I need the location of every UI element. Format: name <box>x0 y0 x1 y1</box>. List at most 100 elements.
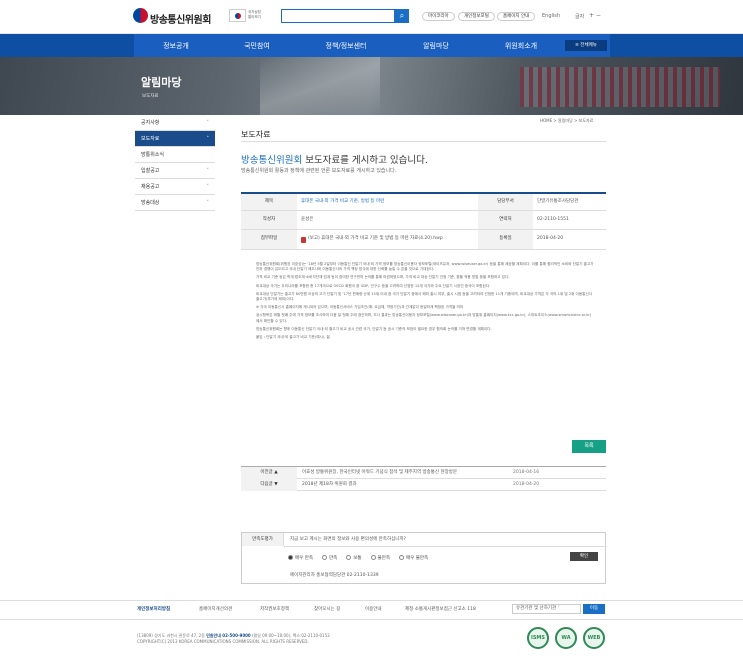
survey-label: 만족도평가 <box>242 533 284 546</box>
next-title[interactable]: 2018년 제18차 위원회 결과 <box>302 479 357 491</box>
hero-subtitle: 보도자료 <box>142 94 159 99</box>
gov-symbol-text[interactable]: 국가상징 알아보기 <box>248 10 261 19</box>
font-size-label: 글자 <box>575 14 585 20</box>
kcc-logo-icon[interactable] <box>133 8 148 23</box>
sidebar-item-notice[interactable]: 공지사항 ˅ <box>135 115 215 131</box>
body-paragraph: 붙임 : 단말기 국내·외 출고가 비교 기준(예시). 끝. <box>256 335 331 340</box>
search-icon[interactable]: ⌕ <box>395 9 409 23</box>
list-button[interactable]: 목록 <box>572 440 606 453</box>
title-label: 제목 <box>241 194 297 210</box>
search-input[interactable] <box>281 9 395 23</box>
body-paragraph: 가격 비교 기준 등은 학계·법조계·소비자단체·업계 등이 참여한 연구반의 … <box>256 275 510 280</box>
survey-option-satisfied[interactable]: 만족 <box>322 555 337 561</box>
title-value: 휴대폰 국내·외 가격 비교 기준, 방법 등 마련 <box>301 198 385 204</box>
sidebar-item-press[interactable]: 보도자료 ˄ <box>135 131 215 147</box>
site-name[interactable]: 방송통신위원회 <box>150 11 211 26</box>
footer-feedback-link[interactable]: 홈페이지개선의견 <box>199 606 232 612</box>
nav-info-disclosure[interactable]: 정보공개 <box>141 41 211 51</box>
prev-label: 이전글 ▲ <box>241 467 297 479</box>
chevron-up-icon: ˄ <box>206 136 210 142</box>
footer-privacy-link[interactable]: 개인정보처리방침 <box>137 606 170 612</box>
date-label: 등록일 <box>478 230 533 249</box>
file-link[interactable]: (보고) 휴대폰 국내·외 가격 비교 기준 및 방법 등 마련 자료(4.20… <box>297 230 475 249</box>
author-value: 윤성은 <box>301 216 314 222</box>
next-label: 다음글 ▼ <box>241 479 297 491</box>
hero-title: 알림마당 <box>141 76 182 89</box>
radio-icon <box>398 555 404 560</box>
radio-icon <box>346 555 352 560</box>
headline-desc: 방송통신위원회 활동과 정책에 관련된 언론 보도자료를 게시하고 있습니다. <box>241 168 397 174</box>
chevron-down-icon: ˅ <box>206 184 210 190</box>
footer-copyright-link[interactable]: 저작권보호정책 <box>260 606 289 612</box>
next-row[interactable]: 다음글 ▼ 2018년 제18차 위원회 결과 2018-04-20 <box>241 479 606 491</box>
survey-option-dissatisfied[interactable]: 불만족 <box>370 555 390 561</box>
hero-banner <box>0 57 743 115</box>
page-manager-contact: 페이지관리자 홍보협력담당관 02-2110-1339 <box>290 573 379 578</box>
font-minus-button[interactable]: − <box>596 12 601 19</box>
font-plus-button[interactable]: + <box>589 12 594 19</box>
table-row: 작성자 윤성은 연락처 02-2110-1551 <box>241 211 606 230</box>
isms-badge-icon: ISMS <box>527 627 549 649</box>
chevron-down-icon: ˅ <box>206 200 210 206</box>
chevron-down-icon: ˅ <box>206 120 210 126</box>
survey-option-very-satisfied[interactable]: 매우 만족 <box>288 555 313 561</box>
headline: 방송통신위원회 보도자료를 게시하고 있습니다. <box>241 155 428 166</box>
wa-badge-icon: WA <box>555 627 577 649</box>
related-sites-select[interactable]: 유관기관 및 산하기관 ˅ <box>512 604 581 614</box>
radio-icon <box>370 555 376 560</box>
util-privacy-portal-button[interactable]: 개인정보포털 <box>458 12 495 21</box>
body-paragraph: 방송통신위원회는 향후 이동통신 단말기 국내·외 출고가 비교 공시 관련 국… <box>256 326 492 331</box>
contact-label: 연락처 <box>478 211 533 229</box>
web-badge-icon: WEB <box>583 627 605 649</box>
nav-policy-center[interactable]: 정책/정보센터 <box>311 41 381 51</box>
survey-option-neutral[interactable]: 보통 <box>346 555 362 561</box>
body-paragraph: 비교대상 국가는 우리나라를 포함한 총 17개국으로 OECD 회원국 중 G… <box>256 283 491 288</box>
author-label: 작성자 <box>241 211 297 229</box>
related-sites-go-button[interactable]: 이동 <box>583 604 605 614</box>
nav-participation[interactable]: 국민참여 <box>222 41 292 51</box>
prev-date: 2018-04-16 <box>513 470 540 475</box>
prev-row[interactable]: 이전글 ▲ 이효성 방통위원장, 한국인터넷 어워드 기념식 참석 및 제주지역… <box>241 467 606 479</box>
next-date: 2018-04-20 <box>513 482 540 487</box>
body-paragraph: 비교대상 단말기는 출고가 80만원 이상의 고가 단말기 및 '17년 판매량… <box>256 291 593 302</box>
util-site-guide-button[interactable]: 홈페이지 안내 <box>497 12 536 21</box>
press-body: 방송통신위원회(위원장 이효성)는 '18년 5월 2일부터 이동통신 단말기 … <box>256 262 594 343</box>
body-paragraph: 공시항목은 매월 첫째 주에 가격 정보를 조사하여 다음 달 첫째 주에 갱신… <box>256 313 592 323</box>
title-divider <box>241 141 606 142</box>
footer-address: (13809) 경기도 과천시 관문로 47, 2동 민원안내 02-500-9… <box>137 633 330 644</box>
nav-committee-intro[interactable]: 위원회소개 <box>486 41 556 51</box>
survey-question: 지금 보고 계시는 화면의 정보와 사용 편의성에 만족하십니까? <box>290 537 406 542</box>
radio-selected-icon <box>288 555 293 560</box>
util-mykorea-button[interactable]: 마이코리아 <box>422 12 455 21</box>
language-link[interactable]: English <box>542 13 560 19</box>
table-row: 첨부파일 (보고) 휴대폰 국내·외 가격 비교 기준 및 방법 등 마련 자료… <box>241 230 606 250</box>
sidebar-item-recruit[interactable]: 채용공고 ˅ <box>135 179 215 195</box>
prev-next-table: 이전글 ▲ 이효성 방통위원장, 한국인터넷 어워드 기념식 참석 및 제주지역… <box>241 466 606 491</box>
all-menu-button[interactable]: ≡ 전체메뉴 <box>565 40 607 51</box>
press-detail-table: 제목 휴대폰 국내·외 가격 비교 기준, 방법 등 마련 담당부서 단말기유통… <box>241 192 606 250</box>
footer-guide-link[interactable]: 이용안내 <box>365 606 382 612</box>
nav-notice[interactable]: 알림마당 <box>401 41 471 51</box>
sidebar-item-news[interactable]: 방통위소식 <box>135 147 215 163</box>
radio-icon <box>322 555 327 560</box>
footer-report-link[interactable]: 제정·소통게시판정보접근 신고소 118 <box>405 606 476 612</box>
sidebar-item-bidding[interactable]: 입찰공고 ˅ <box>135 163 215 179</box>
survey-submit-button[interactable]: 확인 <box>570 552 598 561</box>
survey-option-very-dissatisfied[interactable]: 매우 불만족 <box>398 555 428 561</box>
survey-options: 매우 만족 만족 보통 불만족 매우 불만족 <box>288 555 428 561</box>
sidebar: 공지사항 ˅ 보도자료 ˄ 방통위소식 입찰공고 ˅ 채용공고 ˅ 방송대상 ˅ <box>135 115 215 211</box>
prev-title[interactable]: 이효성 방통위원장, 한국인터넷 어워드 기념식 참석 및 제주지역 방송통신 … <box>302 467 457 479</box>
date-value: 2018-04-20 <box>537 236 564 242</box>
footer-directions-link[interactable]: 찾아오시는 길 <box>314 606 340 612</box>
chevron-down-icon: ˅ <box>206 168 210 174</box>
body-paragraph: 방송통신위원회(위원장 이효성)는 '18년 5월 2일부터 이동통신 단말기 … <box>256 262 594 272</box>
page-title: 보도자료 <box>241 130 271 139</box>
dept-label: 담당부서 <box>478 194 533 210</box>
table-row: 제목 휴대폰 국내·외 가격 비교 기준, 방법 등 마련 담당부서 단말기유통… <box>241 194 606 211</box>
file-label: 첨부파일 <box>241 230 297 249</box>
hwp-file-icon <box>301 236 306 243</box>
national-flag-icon[interactable] <box>229 9 246 22</box>
satisfaction-survey: 만족도평가 지금 보고 계시는 화면의 정보와 사용 편의성에 만족하십니까? … <box>241 532 607 584</box>
breadcrumb: HOME > 알림마당 > 보도자료 <box>540 118 594 123</box>
sidebar-item-award[interactable]: 방송대상 ˅ <box>135 195 215 211</box>
